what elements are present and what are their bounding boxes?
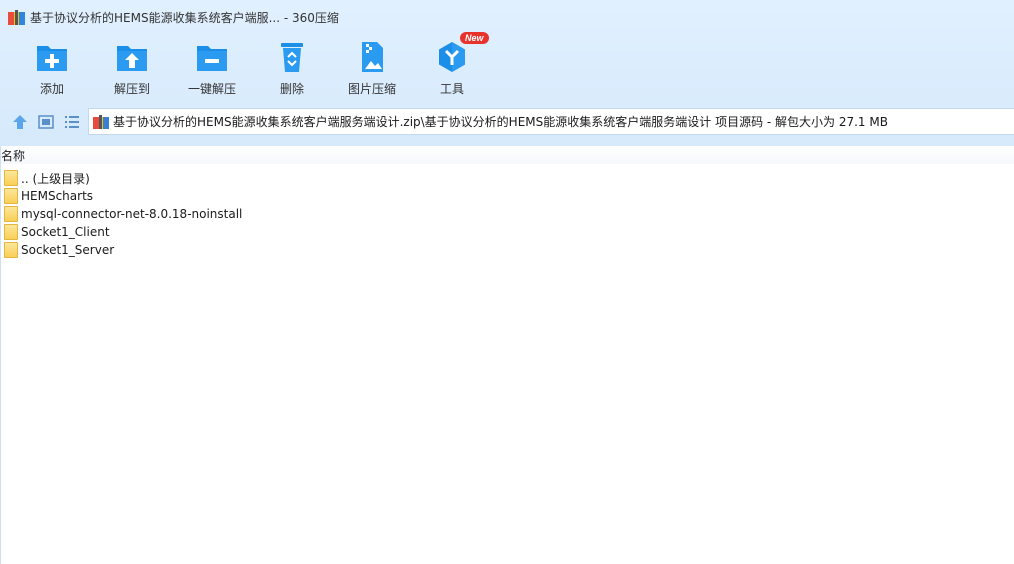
address-path: 基于协议分析的HEMS能源收集系统客户端服务端设计.zip\基于协议分析的HEM… [113, 115, 888, 129]
list-item[interactable]: Socket1_Server [0, 241, 1014, 259]
folder-oneclick-extract-icon [197, 46, 227, 71]
list-header: 名称 [0, 146, 1014, 164]
add-button[interactable]: 添加 [12, 38, 92, 98]
delete-button[interactable]: 删除 [252, 38, 332, 98]
folder-icon [4, 242, 18, 258]
list-view-icon[interactable] [63, 113, 81, 131]
thumbnail-view-icon[interactable] [37, 113, 55, 131]
image-compress-icon [362, 42, 383, 72]
recycle-bin-icon [281, 43, 303, 72]
address-bar[interactable]: 基于协议分析的HEMS能源收集系统客户端服务端设计.zip\基于协议分析的HEM… [88, 108, 1014, 135]
delete-label: 删除 [279, 82, 304, 96]
list-item[interactable]: mysql-connector-net-8.0.18-noinstall [0, 205, 1014, 223]
folder-extract-icon [117, 46, 147, 71]
title-bar[interactable]: 基于协议分析的HEMS能源收集系统客户端服... - 360压缩 [0, 0, 1014, 34]
tools-button[interactable]: New 工具 [412, 32, 492, 98]
list-left-border [0, 146, 1, 564]
item-name: Socket1_Server [21, 243, 115, 257]
up-arrow-icon[interactable] [11, 113, 29, 131]
extract-to-label: 解压到 [113, 82, 150, 96]
image-compress-label: 图片压缩 [347, 82, 396, 96]
image-compress-button[interactable]: 图片压缩 [332, 38, 412, 98]
archive-icon [93, 114, 109, 129]
window-title: 基于协议分析的HEMS能源收集系统客户端服... - 360压缩 [30, 10, 339, 25]
file-list: .. (上级目录) HEMScharts mysql-connector-net… [0, 169, 1014, 259]
item-name: mysql-connector-net-8.0.18-noinstall [21, 207, 243, 221]
list-item[interactable]: HEMScharts [0, 187, 1014, 205]
tools-icon [439, 42, 465, 72]
list-item-parent-dir[interactable]: .. (上级目录) [0, 169, 1014, 187]
folder-icon [4, 224, 18, 240]
column-header-name[interactable]: 名称 [0, 147, 25, 164]
list-item[interactable]: Socket1_Client [0, 223, 1014, 241]
folder-icon [4, 170, 18, 186]
toolbar: 添加 解压到 一键解压 删除 图片压缩 New 工具 [12, 32, 492, 98]
folder-add-icon [37, 46, 67, 71]
item-name: Socket1_Client [21, 225, 110, 239]
navigation-row: 基于协议分析的HEMS能源收集系统客户端服务端设计.zip\基于协议分析的HEM… [0, 108, 1014, 136]
folder-icon [4, 188, 18, 204]
item-name: HEMScharts [21, 189, 94, 203]
folder-icon [4, 206, 18, 222]
tools-label: 工具 [439, 82, 464, 96]
window-chrome: 基于协议分析的HEMS能源收集系统客户端服... - 360压缩 添加 解压到 [0, 0, 1014, 146]
new-badge: New [460, 32, 489, 44]
item-name: .. (上级目录) [21, 171, 90, 186]
extract-to-button[interactable]: 解压到 [92, 38, 172, 98]
one-click-extract-label: 一键解压 [187, 82, 236, 96]
archive-icon [8, 9, 25, 25]
one-click-extract-button[interactable]: 一键解压 [172, 38, 252, 98]
add-label: 添加 [39, 82, 64, 96]
